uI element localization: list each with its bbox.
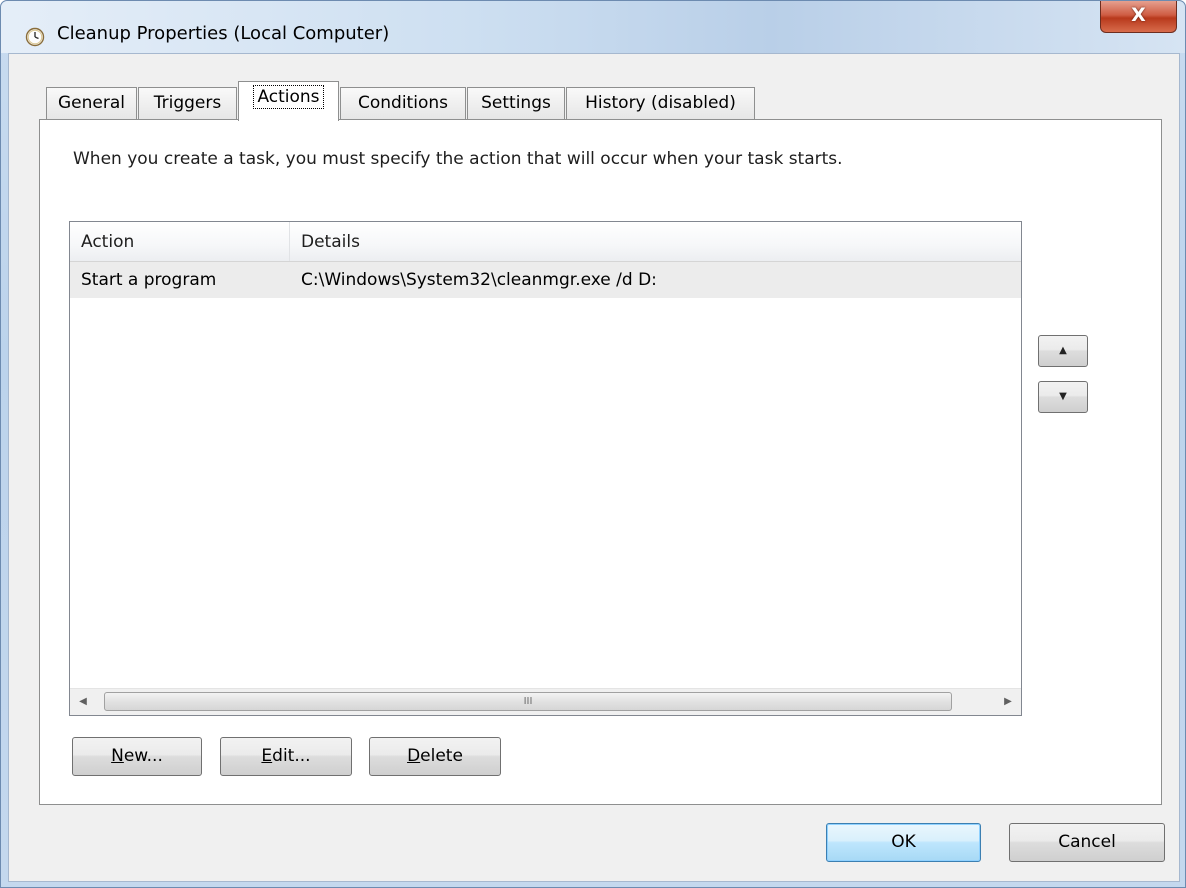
scroll-right-button[interactable]: ▶: [995, 689, 1021, 715]
tab-actions[interactable]: Actions: [238, 81, 339, 121]
new-button[interactable]: New...: [72, 737, 202, 776]
tab-conditions[interactable]: Conditions: [340, 87, 466, 119]
new-mnemonic: N: [111, 746, 124, 766]
list-header: Action Details: [70, 222, 1021, 262]
new-label: ew...: [123, 746, 163, 766]
tab-history[interactable]: History (disabled): [566, 87, 755, 119]
move-up-button[interactable]: ▲: [1038, 335, 1088, 367]
cancel-button[interactable]: Cancel: [1009, 823, 1165, 862]
tab-settings-label: Settings: [481, 93, 551, 113]
ok-button[interactable]: OK: [826, 823, 981, 862]
triangle-left-icon: ◀: [79, 696, 87, 707]
tab-conditions-label: Conditions: [358, 93, 448, 113]
move-down-button[interactable]: ▼: [1038, 381, 1088, 413]
column-header-action[interactable]: Action: [70, 222, 289, 261]
triangle-up-icon: ▲: [1059, 345, 1067, 356]
actions-description: When you create a task, you must specify…: [73, 149, 843, 169]
column-header-details[interactable]: Details: [290, 222, 1021, 261]
triangle-down-icon: ▼: [1059, 391, 1067, 402]
scroll-grip: III: [523, 696, 533, 707]
edit-button[interactable]: Edit...: [220, 737, 352, 776]
tab-general[interactable]: General: [46, 87, 137, 119]
tab-history-label: History (disabled): [585, 93, 736, 113]
dialog-window: Cleanup Properties (Local Computer) X Ge…: [0, 0, 1186, 888]
window-title: Cleanup Properties (Local Computer): [57, 23, 390, 44]
tab-actions-label: Actions: [253, 85, 324, 109]
delete-button[interactable]: Delete: [369, 737, 501, 776]
triangle-right-icon: ▶: [1004, 696, 1012, 707]
clock-icon: [25, 27, 45, 47]
tab-triggers[interactable]: Triggers: [138, 87, 237, 119]
edit-mnemonic: E: [261, 746, 273, 766]
horizontal-scrollbar[interactable]: ◀ III ▶: [70, 688, 1021, 715]
table-row[interactable]: Start a program C:\Windows\System32\clea…: [70, 262, 1021, 298]
close-button[interactable]: X: [1100, 1, 1177, 33]
delete-mnemonic: D: [407, 746, 421, 766]
actions-list[interactable]: Action Details Start a program C:\Window…: [69, 221, 1022, 716]
delete-label: elete: [420, 746, 463, 766]
row-action-cell: Start a program: [81, 270, 217, 290]
tab-triggers-label: Triggers: [153, 93, 222, 113]
edit-label: dit...: [272, 746, 311, 766]
scroll-thumb[interactable]: III: [104, 692, 952, 711]
row-details-cell: C:\Windows\System32\cleanmgr.exe /d D:: [301, 270, 657, 290]
scroll-left-button[interactable]: ◀: [70, 689, 96, 715]
tab-settings[interactable]: Settings: [467, 87, 565, 119]
tab-general-label: General: [58, 93, 125, 113]
title-bar[interactable]: Cleanup Properties (Local Computer): [1, 1, 1185, 53]
